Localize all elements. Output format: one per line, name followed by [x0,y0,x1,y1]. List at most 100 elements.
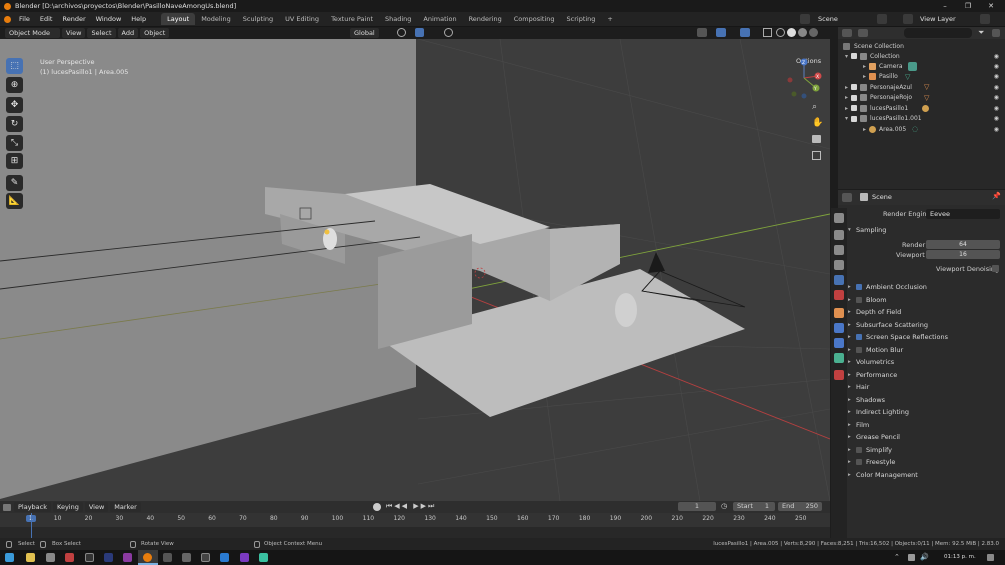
expand-arrow-icon[interactable]: ▸ [848,422,856,428]
expand-arrow-icon[interactable]: ▾ [848,227,856,233]
tab-modeling[interactable]: Modeling [195,13,237,25]
material-shading-icon[interactable] [798,28,807,37]
panel-simplify[interactable]: ▸ Simplify [848,444,1003,456]
checkbox[interactable] [851,94,857,101]
expand-arrow-icon[interactable]: ▸ [848,297,856,303]
snap-icon[interactable] [415,28,424,37]
filter-icon[interactable]: ⏷ [978,28,984,38]
app-icon[interactable] [65,553,74,562]
panel-film[interactable]: ▸ Film [848,419,1003,431]
panel-depth-of-field[interactable]: ▸ Depth of Field [848,306,1003,318]
menu-view[interactable]: View [84,502,109,512]
expand-arrow-icon[interactable]: ▸ [848,459,856,465]
start-frame-field[interactable]: Start 1 [733,502,775,511]
maximize-button[interactable]: ❐ [956,0,980,12]
expand-arrow-icon[interactable]: ▸ [848,434,856,440]
output-tab-icon[interactable] [834,245,844,255]
expand-arrow-icon[interactable]: ▸ [848,359,856,365]
tab-rendering[interactable]: Rendering [463,13,508,25]
render-samples-field[interactable]: 64 [926,240,1000,249]
panel-checkbox[interactable] [856,347,862,353]
playhead[interactable] [31,513,32,538]
move-tool-icon[interactable]: ✥ [6,97,23,113]
render-tab-icon[interactable] [834,230,844,240]
panel-grease-pencil[interactable]: ▸ Grease Pencil [848,431,1003,443]
editor-type-icon[interactable] [842,29,852,37]
menu-keying[interactable]: Keying [53,502,83,512]
expand-arrow-icon[interactable]: ▸ [848,447,856,453]
panel-performance[interactable]: ▸ Performance [848,369,1003,381]
measure-tool-icon[interactable]: 📐 [6,193,23,209]
view-layer-name[interactable]: View Layer [920,15,956,23]
visibility-eye-icon[interactable]: ◉ [994,94,999,101]
rotate-tool-icon[interactable]: ↻ [6,116,23,132]
checkbox[interactable] [851,115,857,122]
panel-shadows[interactable]: ▸ Shadows [848,394,1003,406]
material-tab-icon[interactable] [834,370,844,380]
notifications-icon[interactable] [987,554,994,561]
outliner-search-input[interactable] [904,28,972,38]
outliner-row[interactable]: ▸ Pasillo ▽ ◉ [838,72,1005,82]
new-collection-icon[interactable] [992,29,1000,37]
visibility-eye-icon[interactable]: ◉ [994,105,999,112]
object-data-tab-icon[interactable] [834,353,844,363]
playback-controls-icon[interactable]: ⏮◀◀ ▶▶⏭ [386,502,436,511]
panel-volumetrics[interactable]: ▸ Volumetrics [848,356,1003,368]
add-workspace-button[interactable]: + [601,13,618,25]
outliner-row[interactable]: ▸ Area.005 ◌ ◉ [838,124,1005,134]
close-button[interactable]: ✕ [979,0,1003,12]
editor-type-icon[interactable] [842,193,852,202]
viewport-canvas[interactable] [0,39,830,501]
camera-view-icon[interactable] [812,135,821,143]
visibility-eye-icon[interactable]: ◉ [994,73,999,80]
app-icon[interactable] [182,553,191,562]
tab-sculpting[interactable]: Sculpting [237,13,279,25]
blender-taskbar-button[interactable] [138,550,158,565]
new-scene-icon[interactable] [877,14,887,24]
pan-hand-icon[interactable]: ✋ [812,118,823,128]
app-icon[interactable] [85,553,94,562]
navigation-gizmo[interactable]: Z X Y [786,58,826,100]
object-tab-icon[interactable] [834,308,844,318]
scale-tool-icon[interactable]: ⤡ [6,135,23,151]
panel-checkbox[interactable] [856,459,862,465]
cursor-tool-icon[interactable]: ⊕ [6,77,23,93]
edge-icon[interactable] [259,553,268,562]
blender-menu-icon[interactable] [0,12,14,27]
visibility-eye-icon[interactable]: ◉ [994,115,999,122]
end-frame-field[interactable]: End 250 [778,502,822,511]
menu-edit[interactable]: Edit [35,15,58,23]
panel-bloom[interactable]: ▸ Bloom [848,294,1003,306]
viewport-samples-field[interactable]: 16 [926,250,1000,259]
menu-window[interactable]: Window [91,15,127,23]
solid-shading-icon[interactable] [787,28,796,37]
panel-freestyle[interactable]: ▸ Freestyle [848,456,1003,468]
panel-ambient-occlusion[interactable]: ▸ Ambient Occlusion [848,281,1003,293]
view-layer-tab-icon[interactable] [834,260,844,270]
pivot-icon[interactable] [397,28,406,37]
world-tab-icon[interactable] [834,290,844,300]
outliner-row[interactable]: ▾ Collection ◉ [838,51,1005,61]
select-tool-icon[interactable]: ⬚ [6,58,23,74]
app-icon[interactable] [163,553,172,562]
photoshop-icon[interactable] [104,553,113,562]
tab-shading[interactable]: Shading [379,13,417,25]
gizmo-toggle-icon[interactable] [716,28,726,37]
expand-arrow-icon[interactable]: ▸ [848,397,856,403]
visibility-icon[interactable] [697,28,707,37]
outliner-row[interactable]: ▸ PersonajeRojo ▽ ◉ [838,93,1005,103]
tab-layout[interactable]: Layout [161,13,196,25]
minimize-button[interactable]: – [933,0,957,12]
panel-checkbox[interactable] [856,284,862,290]
visibility-eye-icon[interactable]: ◉ [994,84,999,91]
menu-select[interactable]: Select [87,28,116,38]
visibility-eye-icon[interactable]: ◉ [994,126,999,133]
view-layer-icon[interactable] [903,14,913,24]
menu-object[interactable]: Object [140,28,170,38]
zoom-icon[interactable]: ⌕ [812,102,817,112]
expand-arrow-icon[interactable]: ▸ [848,372,856,378]
app-icon[interactable] [201,553,210,562]
tab-scripting[interactable]: Scripting [561,13,602,25]
expand-arrow-icon[interactable]: ▸ [848,347,856,353]
volume-icon[interactable]: 🔊 [920,553,929,561]
